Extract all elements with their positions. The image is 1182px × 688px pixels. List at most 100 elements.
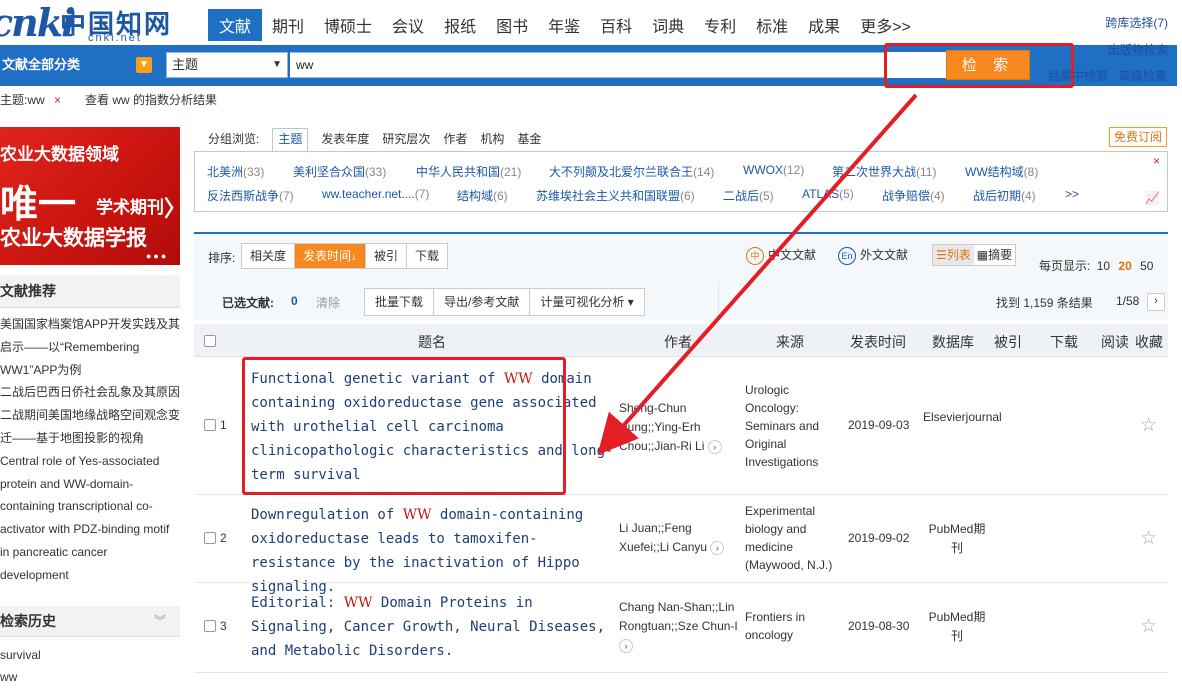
cross-select-link[interactable]: 跨库选择(7) (1105, 14, 1168, 31)
advanced-search-link[interactable]: 高级检索 (1119, 67, 1167, 84)
list-item[interactable]: development (0, 564, 182, 587)
list-item[interactable]: containing transcriptional co- (0, 495, 182, 518)
group-item[interactable]: 二战后(5) (723, 187, 774, 204)
group-item[interactable]: 北美洲(33) (207, 163, 264, 180)
list-item[interactable]: 二战期间美国地缘战略空间观念变 (0, 404, 182, 427)
row-checkbox[interactable] (204, 419, 216, 431)
list-item[interactable]: 启示——以“Remembering (0, 336, 182, 359)
group-item[interactable]: WWOX(12) (743, 163, 804, 177)
nav-item-qikan[interactable]: 期刊 (262, 9, 314, 41)
list-item[interactable]: survival (0, 644, 41, 666)
search-in-results-link[interactable]: 结果中检索 (1048, 67, 1108, 84)
select-all-checkbox[interactable] (204, 335, 216, 347)
group-item[interactable]: 苏维埃社会主义共和国联盟(6) (536, 187, 695, 204)
list-item[interactable]: activator with PDZ-binding motif (0, 518, 182, 541)
batch-download-button[interactable]: 批量下载 (365, 289, 435, 315)
nav-item-nianjian[interactable]: 年鉴 (538, 9, 590, 41)
list-item[interactable]: WW1”APP为例 (0, 359, 182, 382)
group-item[interactable]: 第二次世界大战(11) (832, 163, 936, 180)
chevron-down-icon[interactable]: ︾ (154, 606, 166, 636)
list-item[interactable]: 美国国家档案馆APP开发实践及其 (0, 313, 182, 336)
col-date[interactable]: 发表时间 (850, 332, 906, 352)
search-input-tail[interactable] (886, 52, 946, 78)
publication-search-link[interactable]: 出版物检索 (1108, 41, 1168, 58)
star-icon[interactable]: ☆ (1140, 414, 1157, 437)
cnki-logo[interactable]: cnki 中国知网 cnki.net (0, 0, 180, 45)
tab-level[interactable]: 研究层次 (382, 130, 430, 152)
result-title-link[interactable]: Functional genetic variant of WW domain … (251, 367, 621, 487)
col-download[interactable]: 下载 (1050, 332, 1078, 352)
group-item[interactable]: ww.teacher.net....(7) (322, 187, 429, 201)
nav-item-biaozhun[interactable]: 标准 (746, 9, 798, 41)
close-icon[interactable]: × (54, 93, 61, 107)
col-source[interactable]: 来源 (776, 332, 804, 352)
free-subscribe-button[interactable]: 免费订阅 (1109, 127, 1167, 147)
category-label[interactable]: 文献全部分类 (0, 54, 138, 76)
list-item[interactable]: Central role of Yes-associated (0, 450, 182, 473)
chevron-right-icon[interactable]: 〉 (164, 191, 180, 223)
nav-item-huiyi[interactable]: 会议 (382, 9, 434, 41)
list-item[interactable]: protein and WW-domain- (0, 473, 182, 496)
source-link[interactable]: Frontiers in oncology (745, 608, 840, 644)
group-item[interactable]: 结构域(6) (457, 187, 508, 204)
visual-analysis-button[interactable]: 计量可视化分析 ▾ (530, 289, 643, 315)
chevron-right-icon[interactable]: › (710, 540, 725, 555)
tab-year[interactable]: 发表年度 (321, 130, 369, 152)
nav-item-chengguo[interactable]: 成果 (798, 9, 850, 41)
star-icon[interactable]: ☆ (1140, 615, 1157, 638)
group-item[interactable]: ATLAS(5) (802, 187, 854, 201)
row-checkbox[interactable] (204, 532, 216, 544)
col-favorite[interactable]: 收藏 (1135, 332, 1163, 352)
star-icon[interactable]: ☆ (1140, 527, 1157, 550)
group-item[interactable]: WW结构域(8) (965, 163, 1038, 180)
chart-icon[interactable]: 📈 (1145, 191, 1160, 205)
chinese-literature-toggle[interactable]: 中中文文献 (746, 246, 816, 265)
author-list[interactable]: Li Juan;;Feng Xuefei;;Li Canyu › (619, 519, 739, 557)
tab-topic[interactable]: 主题 (272, 128, 309, 152)
col-title[interactable]: 题名 (418, 332, 446, 352)
sort-download[interactable]: 下载 (407, 244, 447, 268)
group-item[interactable]: 中华人民共和国(21) (416, 163, 521, 180)
group-item[interactable]: 反法西斯战争(7) (207, 187, 294, 204)
clear-button[interactable]: 清除 (316, 294, 340, 311)
next-page-button[interactable]: › (1147, 293, 1165, 311)
category-dropdown-icon[interactable]: ▼ (136, 57, 152, 73)
col-database[interactable]: 数据库 (932, 332, 974, 352)
tab-fund[interactable]: 基金 (517, 130, 541, 152)
result-title-link[interactable]: Editorial: WW Domain Proteins in Signali… (251, 591, 621, 663)
nav-item-cidian[interactable]: 词典 (642, 9, 694, 41)
foreign-literature-toggle[interactable]: En 外文文献 (838, 246, 908, 265)
close-icon[interactable]: × (1153, 154, 1160, 168)
nav-item-tushu[interactable]: 图书 (486, 9, 538, 41)
index-analysis-link[interactable]: 查看 ww 的指数分析结果 (85, 91, 217, 108)
list-item[interactable]: 二战后巴西日侨社会乱象及其原因 (0, 381, 182, 404)
search-field-select[interactable]: 主题 ▼ (166, 52, 288, 78)
group-item[interactable]: 战后初期(4) (973, 187, 1036, 204)
banner-dots[interactable]: ●●● (146, 251, 168, 261)
tab-institution[interactable]: 机构 (480, 130, 504, 152)
search-input[interactable]: ww (290, 52, 944, 78)
sort-relevance[interactable]: 相关度 (242, 244, 296, 268)
list-item[interactable]: ww (0, 666, 41, 688)
group-item[interactable]: 大不列颠及北爱尔兰联合王(14) (549, 163, 714, 180)
col-read[interactable]: 阅读 (1101, 332, 1129, 352)
groups-more-link[interactable]: >> (1065, 187, 1079, 201)
group-item[interactable]: 战争赔偿(4) (882, 187, 945, 204)
search-button[interactable]: 检 索 (946, 50, 1030, 80)
ad-banner[interactable]: 农业大数据领域 唯一 学术期刊 农业大数据学报 〉 ●●● (0, 127, 180, 265)
group-item[interactable]: 美利坚合众国(33) (293, 163, 386, 180)
col-cited[interactable]: 被引 (994, 332, 1022, 352)
chevron-right-icon[interactable]: › (619, 638, 633, 653)
nav-item-zhuanli[interactable]: 专利 (694, 9, 746, 41)
nav-item-baozhi[interactable]: 报纸 (434, 9, 486, 41)
nav-item-more[interactable]: 更多>> (850, 9, 921, 41)
tab-author[interactable]: 作者 (443, 130, 467, 152)
nav-item-boshuoshi[interactable]: 博硕士 (314, 9, 382, 41)
per-page-10[interactable]: 10 (1097, 259, 1110, 273)
col-author[interactable]: 作者 (664, 332, 692, 352)
export-button[interactable]: 导出/参考文献 (434, 289, 531, 315)
view-abstract-button[interactable]: ▦摘要 (974, 245, 1015, 265)
per-page-20[interactable]: 20 (1118, 259, 1131, 273)
source-link[interactable]: Experimental biology and medicine (Maywo… (745, 502, 840, 574)
sort-date[interactable]: 发表时间↓ (295, 244, 367, 268)
